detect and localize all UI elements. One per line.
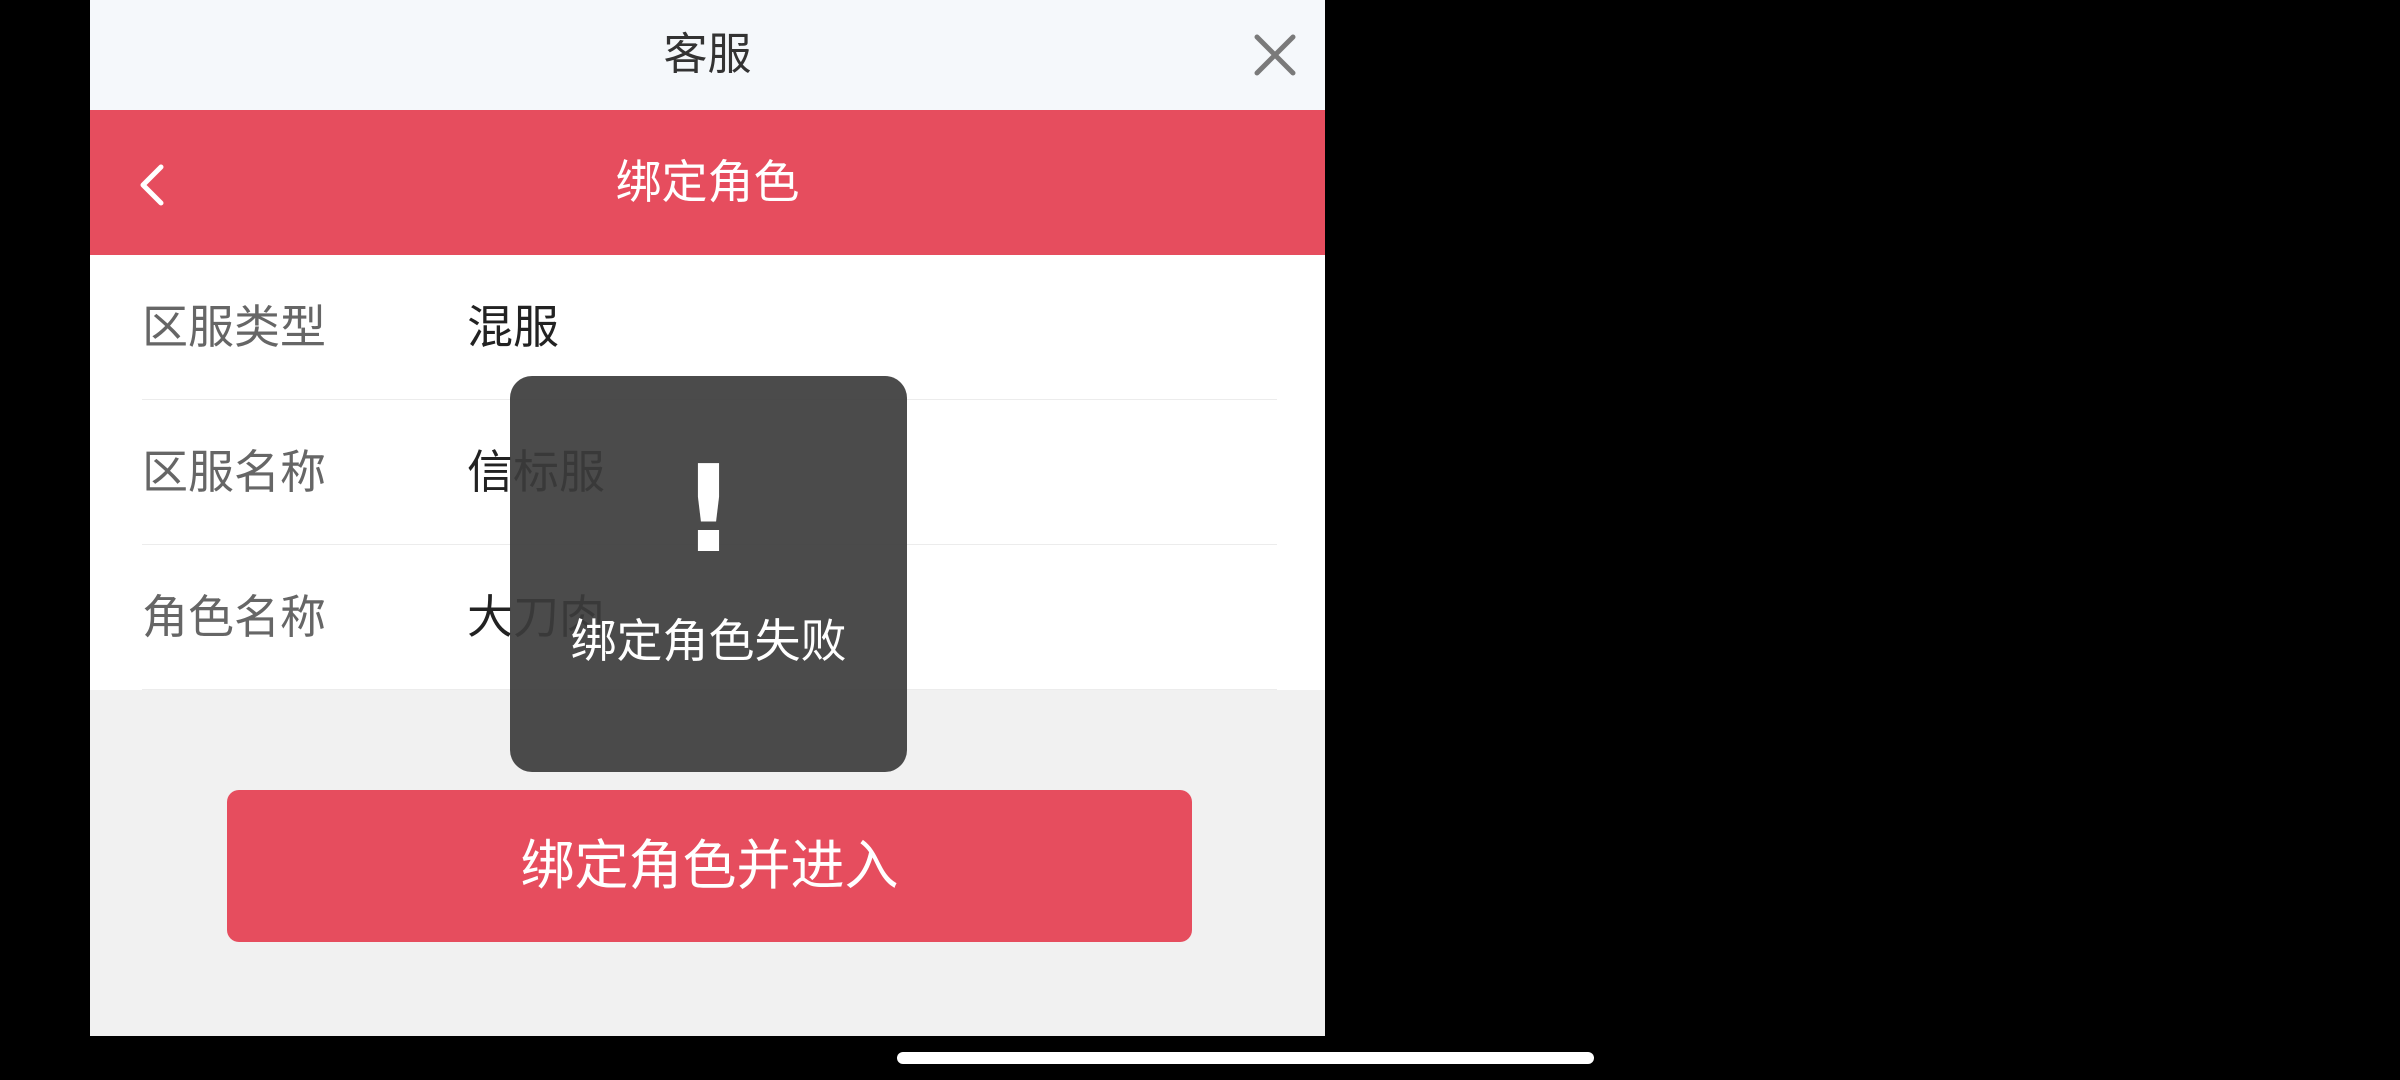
bind-role-and-enter-button[interactable]: 绑定角色并进入: [227, 790, 1192, 942]
error-toast: ! 绑定角色失败: [510, 376, 907, 772]
home-indicator[interactable]: [897, 1052, 1594, 1064]
close-icon: [1254, 34, 1296, 76]
topbar-title: 客服: [663, 29, 752, 80]
role-name-label: 角色名称: [142, 590, 326, 644]
server-type-label: 区服类型: [142, 300, 326, 354]
toast-message: 绑定角色失败: [570, 614, 847, 668]
nav-bar: 绑定角色: [90, 110, 1325, 255]
close-button[interactable]: [1245, 25, 1305, 85]
top-bar: 客服: [90, 0, 1325, 110]
exclamation-icon: !: [681, 441, 736, 580]
page-title: 绑定角色: [615, 155, 800, 209]
server-name-label: 区服名称: [142, 445, 326, 499]
